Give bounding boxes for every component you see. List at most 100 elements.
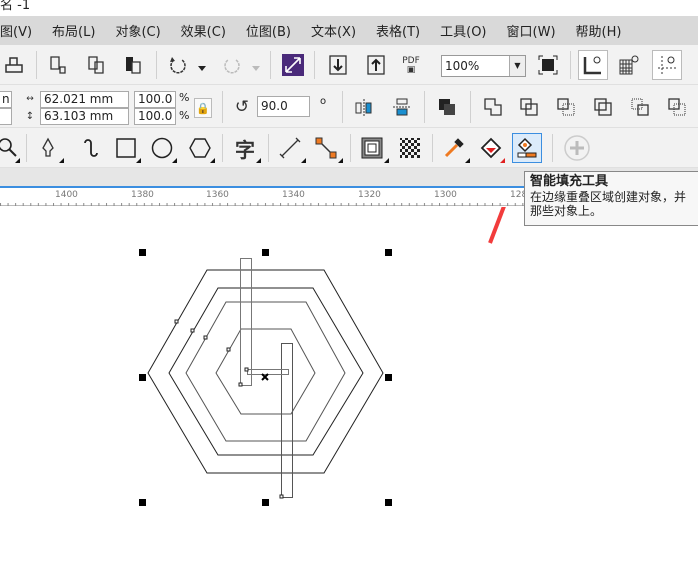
flyout-indicator [59,158,64,163]
simplify-icon[interactable] [591,95,615,119]
hexagon-3 [185,301,346,442]
menu-effects[interactable]: 效果(C) [181,21,226,40]
menu-text[interactable]: 文本(X) [311,21,356,40]
eyedropper-tool-icon[interactable] [442,136,466,160]
show-guidelines-icon[interactable] [652,50,682,80]
menu-layout[interactable]: 布局(L) [52,21,95,40]
lock-ratio-icon[interactable]: 🔒 [194,98,212,118]
scale-x-field[interactable]: 100.0 [134,91,176,108]
weld-icon[interactable] [481,95,505,119]
interactive-fill-icon[interactable] [479,136,503,160]
print-icon[interactable] [2,53,26,77]
scale-y-field[interactable]: 100.0 [134,108,176,125]
show-grid-icon[interactable] [616,53,642,77]
property-bar: n ↔ ↕ 62.021 mm 63.103 mm 100.0 100.0 % … [0,85,698,128]
text-tool-icon[interactable]: 字 [232,136,258,162]
zoom-level-select[interactable]: 100% ▼ [441,55,526,77]
tooltip-line-1: 在边缘重叠区域创建对象，并 [530,190,687,204]
scale-y-value: 100.0 [138,109,173,123]
flyout-indicator [338,158,343,163]
ruler-label: 1360 [206,190,229,200]
flyout-indicator [384,158,389,163]
y-position-field[interactable] [0,108,12,125]
trim-icon[interactable] [517,95,541,119]
ruler-label: 1300 [434,190,457,200]
menu-view[interactable]: 图(V) [0,21,32,40]
combine-icon[interactable] [435,95,459,119]
flyout-indicator [465,158,470,163]
scale-x-value: 100.0 [138,92,173,106]
import-arrow-icon[interactable] [326,53,350,77]
width-icon: ↔ [26,94,34,104]
flyout-indicator [172,158,177,163]
tooltip-line-2: 那些对象上。 [530,204,603,218]
percent-label-y: % [179,109,190,122]
undo-dropdown[interactable] [198,66,206,71]
percent-label-x: % [179,91,190,104]
publish-pdf-button[interactable]: PDF ▣ [398,54,424,78]
vertical-rectangle-2 [281,343,293,498]
menu-table[interactable]: 表格(T) [376,21,420,40]
zoom-level-value: 100% [445,59,480,73]
width-value: 62.021 mm [44,92,114,106]
rectangle-tool-icon[interactable] [114,136,138,160]
add-tool-icon[interactable] [564,135,590,161]
copy-icon[interactable] [84,53,108,77]
x-position-field[interactable]: n [0,91,12,108]
full-screen-icon[interactable] [536,53,560,77]
menu-tools[interactable]: 工具(O) [440,21,486,40]
hexagon-2 [168,287,364,456]
chevron-down-icon[interactable]: ▼ [509,56,525,76]
flyout-indicator [15,158,20,163]
ruler-label: 1380 [131,190,154,200]
transparency-tool-icon[interactable] [398,136,422,160]
degree-label: o [320,96,327,107]
ruler-label: 1340 [282,190,305,200]
flyout-indicator [256,158,261,163]
dimension-tool-icon[interactable] [278,136,302,160]
rotate-icon: ↺ [234,97,250,117]
menu-window[interactable]: 窗口(W) [507,21,556,40]
redo-icon[interactable] [220,53,244,77]
height-field[interactable]: 63.103 mm [40,108,129,125]
undo-icon[interactable] [166,53,190,77]
rotation-field[interactable]: 90.0 [257,96,310,117]
smart-fill-tool-icon[interactable] [512,133,542,163]
tooltip-title: 智能填充工具 [530,174,609,189]
flyout-indicator [301,158,306,163]
x-position-value: n [2,92,10,106]
polygon-tool-icon[interactable] [188,136,212,160]
ruler-label: 1400 [55,190,78,200]
intersect-icon[interactable] [554,95,578,119]
hexagon-inner [215,328,316,415]
import-icon[interactable] [46,53,70,77]
redo-dropdown[interactable] [252,66,260,71]
export-arrow-icon[interactable] [364,53,388,77]
drop-shadow-tool-icon[interactable] [360,136,384,160]
width-field[interactable]: 62.021 mm [40,91,129,108]
mirror-vertical-icon[interactable] [390,95,414,119]
back-minus-front-icon[interactable] [665,95,689,119]
zoom-tool-icon[interactable] [0,136,20,160]
flyout-indicator [136,158,141,163]
menu-bitmap[interactable]: 位图(B) [246,21,291,40]
ellipse-tool-icon[interactable] [150,136,174,160]
mirror-horizontal-icon[interactable] [352,95,376,119]
search-content-icon[interactable] [282,54,304,76]
tooltip: 智能填充工具 在边缘重叠区域创建对象，并 那些对象上。 [524,171,698,226]
front-minus-back-icon[interactable] [628,95,652,119]
menu-help[interactable]: 帮助(H) [576,21,622,40]
menu-object[interactable]: 对象(C) [115,21,160,40]
flyout-indicator [210,158,215,163]
connector-tool-icon[interactable] [314,136,338,160]
show-rulers-icon[interactable] [578,50,608,80]
artistic-media-icon[interactable] [78,136,102,160]
node-handles [174,319,284,499]
paste-icon[interactable] [121,53,145,77]
window-title: 名 -1 [0,0,698,16]
height-value: 63.103 mm [44,109,114,123]
drawing-canvas[interactable] [0,207,698,571]
vertical-rectangle-1 [240,258,252,386]
pen-tool-icon[interactable] [36,136,60,160]
rotation-value: 90.0 [261,99,288,113]
